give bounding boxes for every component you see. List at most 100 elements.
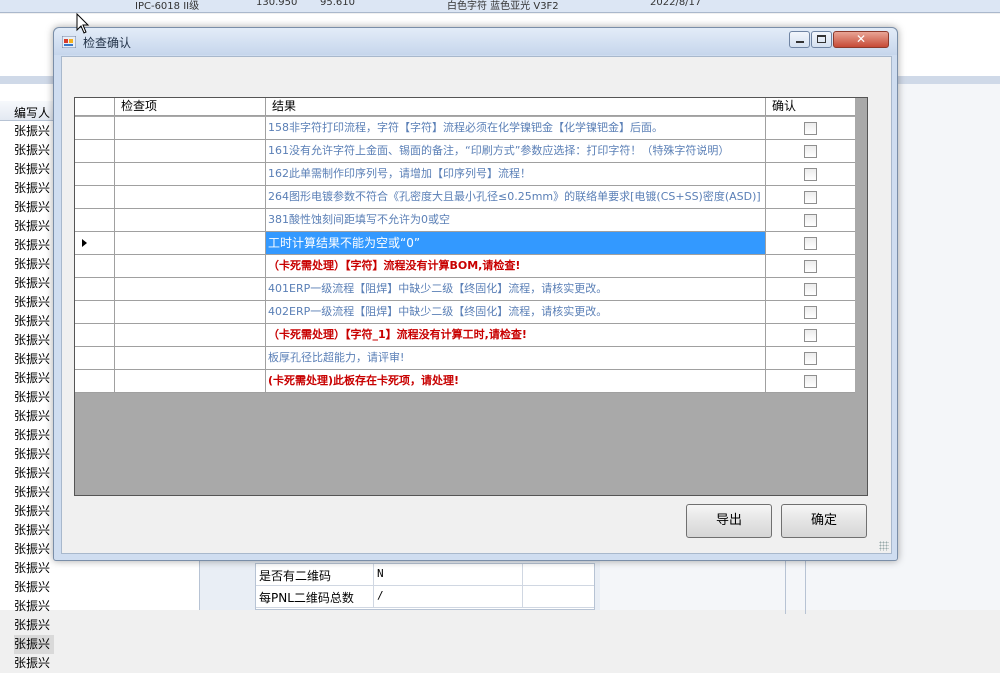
bg-list-item[interactable]: 张振兴 bbox=[14, 179, 54, 198]
col-header-result[interactable]: 结果 bbox=[266, 98, 766, 116]
bg-list-item[interactable]: 张振兴 bbox=[14, 350, 54, 369]
grid-row[interactable]: 工时计算结果不能为空或“0” bbox=[75, 232, 855, 255]
grid-row[interactable]: 381酸性蚀刻间距填写不允许为0或空 bbox=[75, 209, 855, 232]
bg-list-item[interactable]: 张振兴 bbox=[14, 198, 54, 217]
bg-list-item[interactable]: 张振兴 bbox=[14, 293, 54, 312]
confirm-checkbox[interactable] bbox=[804, 237, 817, 250]
minimize-button[interactable] bbox=[789, 31, 810, 48]
confirm-checkbox[interactable] bbox=[804, 283, 817, 296]
grid-row[interactable]: 402ERP一级流程【阻焊】中缺少二级【终固化】流程，请核实更改。 bbox=[75, 301, 855, 324]
bg-list-item[interactable]: 张振兴 bbox=[14, 407, 54, 426]
bg-list-item[interactable]: 张振兴 bbox=[14, 521, 54, 540]
bg-list-item[interactable]: 张振兴 bbox=[14, 255, 54, 274]
bg-list-item[interactable]: 张振兴 bbox=[14, 559, 54, 578]
result-cell[interactable]: （卡死需处理）【字符_1】流程没有计算工时,请检查! bbox=[266, 324, 766, 346]
confirm-checkbox[interactable] bbox=[804, 145, 817, 158]
check-item-cell[interactable] bbox=[115, 255, 266, 277]
result-cell[interactable]: 401ERP一级流程【阻焊】中缺少二级【终固化】流程，请核实更改。 bbox=[266, 278, 766, 300]
grid-row[interactable]: （卡死需处理）【字符_1】流程没有计算工时,请检查! bbox=[75, 324, 855, 347]
check-item-cell[interactable] bbox=[115, 140, 266, 162]
result-cell[interactable]: (卡死需处理)此板存在卡死项，请处理! bbox=[266, 370, 766, 392]
grid-row[interactable]: 401ERP一级流程【阻焊】中缺少二级【终固化】流程，请核实更改。 bbox=[75, 278, 855, 301]
row-header[interactable] bbox=[75, 324, 115, 346]
row-header[interactable] bbox=[75, 163, 115, 185]
row-header[interactable] bbox=[75, 140, 115, 162]
confirm-checkbox[interactable] bbox=[804, 122, 817, 135]
confirm-checkbox[interactable] bbox=[804, 352, 817, 365]
bg-list-item[interactable]: 张振兴 bbox=[14, 236, 54, 255]
bg-list-item[interactable]: 张振兴 bbox=[14, 616, 54, 635]
check-item-cell[interactable] bbox=[115, 209, 266, 231]
export-button[interactable]: 导出 bbox=[686, 504, 772, 538]
confirm-checkbox[interactable] bbox=[804, 306, 817, 319]
row-header[interactable] bbox=[75, 255, 115, 277]
bg-list-item[interactable]: 张振兴 bbox=[14, 502, 54, 521]
bg-grid2-row[interactable]: 是否有二维码 N bbox=[256, 564, 594, 586]
result-cell[interactable]: 161没有允许字符上金面、锡面的备注，“印刷方式”参数应选择：打印字符！（特殊字… bbox=[266, 140, 766, 162]
result-cell[interactable]: 工时计算结果不能为空或“0” bbox=[266, 232, 766, 254]
result-cell[interactable]: 162此单需制作印序列号，请增加【印序列号】流程！ bbox=[266, 163, 766, 185]
bg-list-item[interactable]: 张振兴 bbox=[14, 464, 54, 483]
bg-list-item[interactable]: 张振兴 bbox=[14, 274, 54, 293]
result-cell[interactable]: 381酸性蚀刻间距填写不允许为0或空 bbox=[266, 209, 766, 231]
check-item-cell[interactable] bbox=[115, 278, 266, 300]
check-item-cell[interactable] bbox=[115, 186, 266, 208]
bg-list-item[interactable]: 张振兴 bbox=[14, 445, 54, 464]
grid-row[interactable]: （卡死需处理）【字符】流程没有计算BOM,请检查! bbox=[75, 255, 855, 278]
row-header[interactable] bbox=[75, 186, 115, 208]
bg-list-item[interactable]: 张振兴 bbox=[14, 483, 54, 502]
bg-list-item[interactable]: 张振兴 bbox=[14, 217, 54, 236]
bg-list-item[interactable]: 张振兴 bbox=[14, 635, 54, 654]
bg-list-item[interactable]: 张振兴 bbox=[14, 597, 54, 616]
row-header[interactable] bbox=[75, 301, 115, 323]
grid-row[interactable]: 162此单需制作印序列号，请增加【印序列号】流程！ bbox=[75, 163, 855, 186]
bg-list-item[interactable]: 张振兴 bbox=[14, 654, 54, 673]
confirm-checkbox[interactable] bbox=[804, 168, 817, 181]
check-item-cell[interactable] bbox=[115, 301, 266, 323]
grid-row[interactable]: 161没有允许字符上金面、锡面的备注，“印刷方式”参数应选择：打印字符！（特殊字… bbox=[75, 140, 855, 163]
bg-list-item[interactable]: 张振兴 bbox=[14, 141, 54, 160]
row-header[interactable] bbox=[75, 117, 115, 139]
row-header[interactable] bbox=[75, 347, 115, 369]
bg-list-item[interactable]: 张振兴 bbox=[14, 122, 54, 141]
close-button[interactable]: ✕ bbox=[833, 31, 889, 48]
result-cell[interactable]: 158非字符打印流程，字符【字符】流程必须在化学镍钯金【化学镍钯金】后面。 bbox=[266, 117, 766, 139]
bg-list-item[interactable]: 张振兴 bbox=[14, 426, 54, 445]
bg-list-item[interactable]: 张振兴 bbox=[14, 369, 54, 388]
col-header-confirm[interactable]: 确认 bbox=[766, 98, 855, 116]
ok-button[interactable]: 确定 bbox=[781, 504, 867, 538]
confirm-checkbox[interactable] bbox=[804, 329, 817, 342]
row-header[interactable] bbox=[75, 232, 115, 254]
bg-list-item[interactable]: 张振兴 bbox=[14, 388, 54, 407]
resize-grip[interactable] bbox=[879, 541, 889, 551]
bg-list-item[interactable]: 张振兴 bbox=[14, 160, 54, 179]
result-cell[interactable]: 板厚孔径比超能力，请评审! bbox=[266, 347, 766, 369]
maximize-button[interactable] bbox=[811, 31, 832, 48]
check-item-cell[interactable] bbox=[115, 370, 266, 392]
row-header[interactable] bbox=[75, 370, 115, 392]
confirm-checkbox[interactable] bbox=[804, 191, 817, 204]
result-cell[interactable]: 264图形电镀参数不符合《孔密度大且最小孔径≤0.25mm》的联络单要求[电镀(… bbox=[266, 186, 766, 208]
bg-list-item[interactable]: 张振兴 bbox=[14, 331, 54, 350]
bg-list-item[interactable]: 张振兴 bbox=[14, 578, 54, 597]
check-item-cell[interactable] bbox=[115, 117, 266, 139]
bg-list-item[interactable]: 张振兴 bbox=[14, 312, 54, 331]
check-item-cell[interactable] bbox=[115, 347, 266, 369]
result-cell[interactable]: 402ERP一级流程【阻焊】中缺少二级【终固化】流程，请核实更改。 bbox=[266, 301, 766, 323]
confirm-checkbox[interactable] bbox=[804, 260, 817, 273]
row-header[interactable] bbox=[75, 209, 115, 231]
bg-list-item[interactable]: 张振兴 bbox=[14, 540, 54, 559]
check-item-cell[interactable] bbox=[115, 163, 266, 185]
confirm-checkbox[interactable] bbox=[804, 214, 817, 227]
confirm-checkbox[interactable] bbox=[804, 375, 817, 388]
grid-row[interactable]: 264图形电镀参数不符合《孔密度大且最小孔径≤0.25mm》的联络单要求[电镀(… bbox=[75, 186, 855, 209]
row-header[interactable] bbox=[75, 278, 115, 300]
result-cell[interactable]: （卡死需处理）【字符】流程没有计算BOM,请检查! bbox=[266, 255, 766, 277]
check-item-cell[interactable] bbox=[115, 232, 266, 254]
col-header-check-item[interactable]: 检查项 bbox=[115, 98, 266, 116]
check-item-cell[interactable] bbox=[115, 324, 266, 346]
bg-grid2-row[interactable]: 每PNL二维码总数 / bbox=[256, 586, 594, 608]
grid-row[interactable]: 板厚孔径比超能力，请评审! bbox=[75, 347, 855, 370]
dialog-titlebar[interactable]: 检查确认 ✕ bbox=[54, 28, 897, 55]
grid-row[interactable]: (卡死需处理)此板存在卡死项，请处理! bbox=[75, 370, 855, 393]
